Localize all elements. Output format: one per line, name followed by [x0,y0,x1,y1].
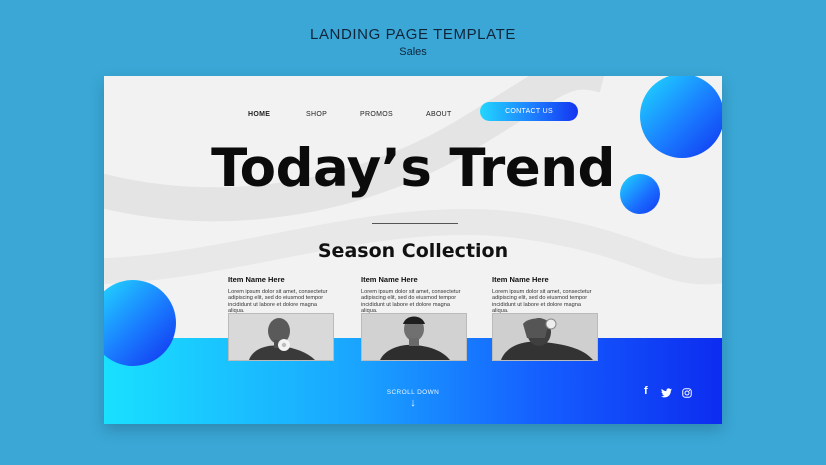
template-subtitle: Sales [399,46,427,58]
section-title: Season Collection [317,240,509,262]
page-header: LANDING PAGE TEMPLATE Sales [0,26,826,58]
scroll-down-label: SCROLL DOWN [386,389,440,396]
divider-line [372,223,458,224]
item-name: Item Name Here [228,275,285,284]
instagram-icon[interactable] [682,385,692,403]
item-photo[interactable] [361,313,467,361]
twitter-icon[interactable] [661,385,672,403]
item-card[interactable]: Item Name Here Lorem ipsum dolor sit ame… [361,275,467,361]
nav-shop-link[interactable]: SHOP [306,111,327,118]
hero-title: Today’s Trend [211,138,615,199]
arrow-down-icon: ↓ [410,397,416,409]
item-name: Item Name Here [361,275,418,284]
contact-us-button[interactable]: CONTACT US [480,102,578,121]
portrait-image [229,314,333,360]
item-card[interactable]: Item Name Here Lorem ipsum dolor sit ame… [228,275,334,361]
item-card[interactable]: Item Name Here Lorem ipsum dolor sit ame… [492,275,598,361]
item-description: Lorem ipsum dolor sit amet, consectetur … [492,289,592,315]
social-links: f [636,385,696,401]
item-grid: Item Name Here Lorem ipsum dolor sit ame… [228,275,598,365]
top-navigation: HOME SHOP PROMOS ABOUT [104,106,722,128]
portrait-image [493,314,597,360]
item-photo[interactable] [492,313,598,361]
item-photo[interactable] [228,313,334,361]
facebook-icon[interactable]: f [644,385,648,397]
portrait-image [362,314,466,360]
nav-about-link[interactable]: ABOUT [426,111,452,118]
nav-promos-link[interactable]: PROMOS [360,111,393,118]
item-name: Item Name Here [492,275,549,284]
item-description: Lorem ipsum dolor sit amet, consectetur … [228,289,328,315]
item-description: Lorem ipsum dolor sit amet, consectetur … [361,289,461,315]
template-title: LANDING PAGE TEMPLATE [310,26,516,43]
nav-home-link[interactable]: HOME [248,111,270,118]
landing-page-card: HOME SHOP PROMOS ABOUT CONTACT US Today’… [104,76,722,424]
scroll-down[interactable]: SCROLL DOWN ↓ [374,389,452,409]
